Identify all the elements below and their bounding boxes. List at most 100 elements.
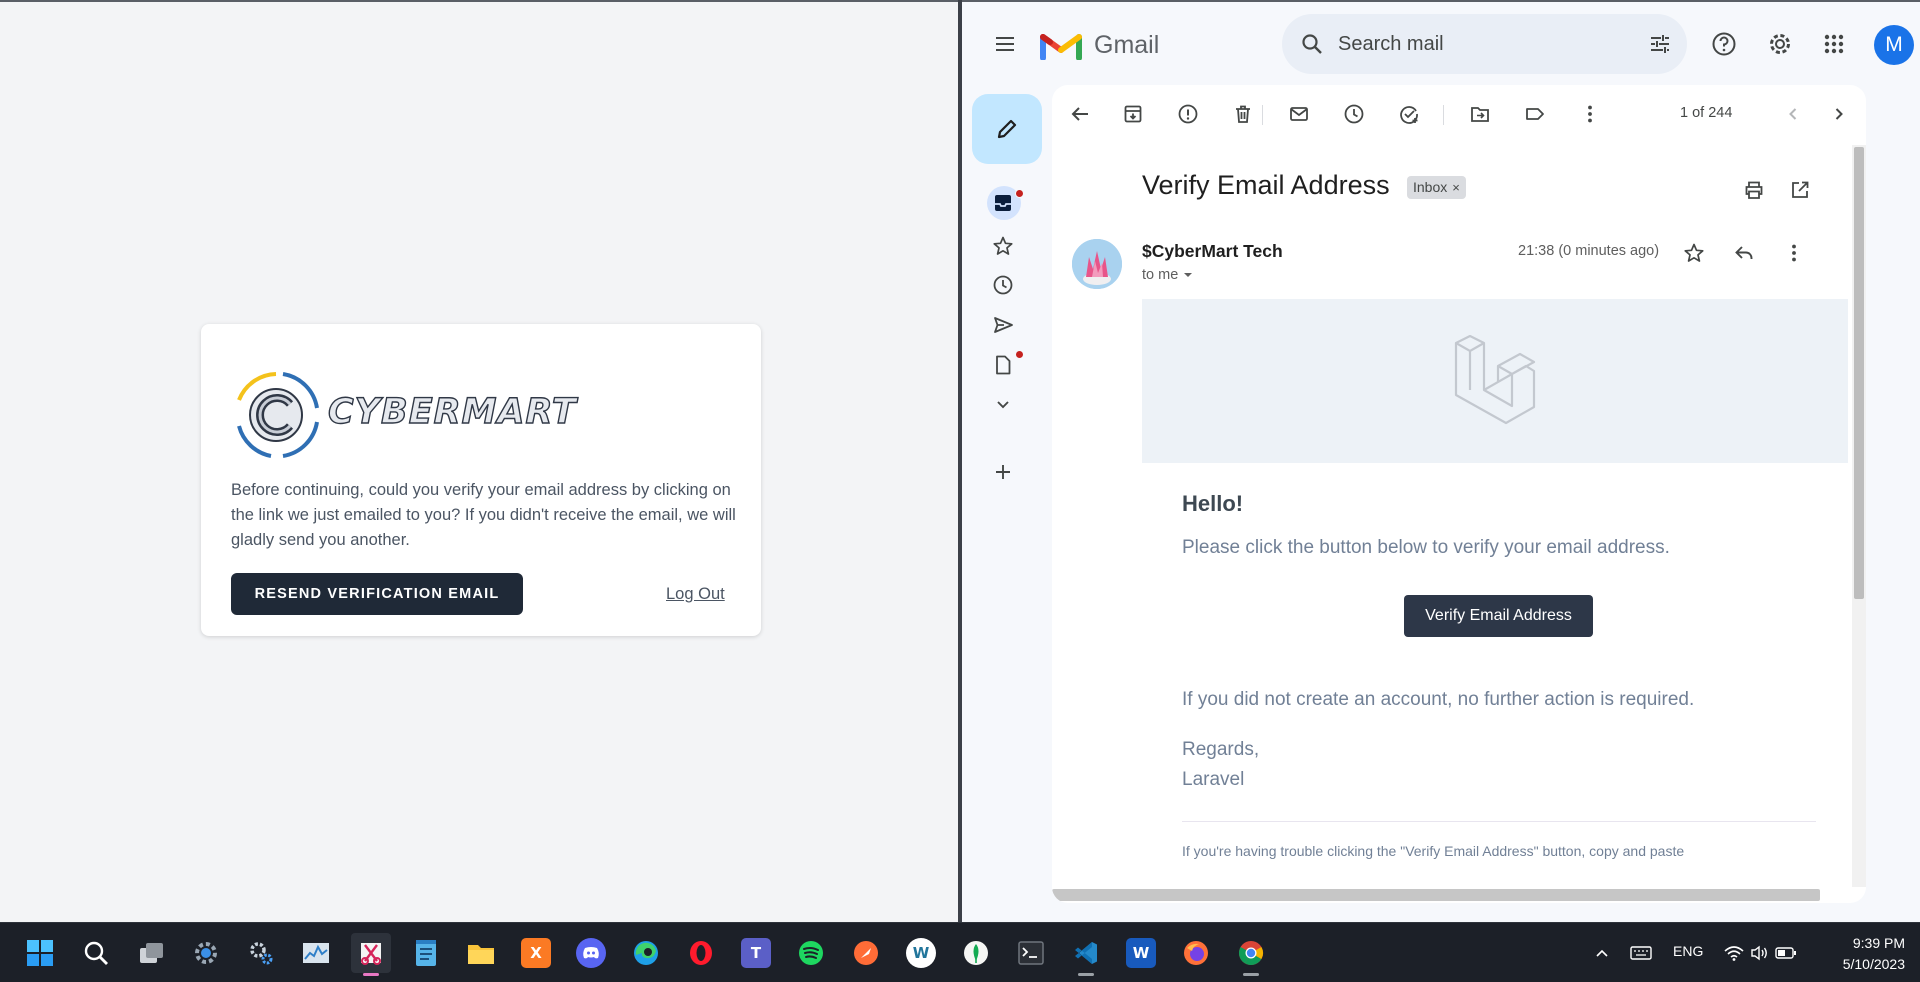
search-input[interactable] — [1338, 28, 1628, 60]
add-label-plus-icon[interactable] — [988, 457, 1018, 487]
email-signature: Laravel — [1182, 769, 1245, 790]
cybermart-logo: CYBERMART — [231, 370, 621, 460]
email-regards: Regards, — [1182, 739, 1260, 760]
opera-browser-icon[interactable] — [681, 933, 721, 973]
archive-icon[interactable] — [1116, 97, 1150, 131]
email-subject: Verify Email Address — [1142, 170, 1390, 200]
pagination-count: 1 of 244 — [1680, 105, 1733, 121]
file-explorer-folder-icon[interactable] — [461, 933, 501, 973]
word-icon[interactable]: W — [1121, 933, 1161, 973]
sent-icon[interactable] — [988, 310, 1018, 340]
inbox-label-text: Inbox — [1413, 179, 1448, 195]
active-app-indicator — [363, 973, 379, 976]
postman-icon[interactable] — [846, 933, 886, 973]
input-language[interactable]: ENG — [1673, 943, 1703, 959]
terminal-icon[interactable] — [1011, 933, 1051, 973]
system-tray: ENG 9:39 PM 5/10/2023 — [1580, 923, 1920, 982]
search-icon[interactable] — [76, 933, 116, 973]
edge-browser-icon[interactable] — [626, 933, 666, 973]
star-message-icon[interactable] — [1677, 236, 1711, 270]
sender-avatar[interactable] — [1072, 239, 1122, 289]
sender-avatar-image-icon — [1072, 239, 1122, 289]
notepad-icon[interactable] — [406, 933, 446, 973]
running-app-indicator — [1078, 973, 1094, 976]
older-chevron-right-icon[interactable] — [1822, 97, 1856, 131]
report-spam-icon[interactable] — [1171, 97, 1205, 131]
horizontal-scrollbar[interactable] — [1052, 889, 1820, 901]
open-in-new-window-icon[interactable] — [1783, 173, 1817, 207]
vertical-scrollbar-thumb[interactable] — [1854, 147, 1864, 599]
starred-icon[interactable] — [988, 231, 1018, 261]
email-greeting: Hello! — [1182, 491, 1244, 516]
compose-button[interactable] — [972, 94, 1042, 164]
more-vert-icon[interactable] — [1573, 97, 1607, 131]
label-tag-icon[interactable] — [1518, 97, 1552, 131]
email-instruction: Please click the button below to verify … — [1182, 537, 1670, 558]
main-menu-icon[interactable] — [985, 24, 1025, 64]
spotify-icon[interactable] — [791, 933, 831, 973]
mongodb-compass-icon[interactable] — [956, 933, 996, 973]
settings-gear-icon[interactable] — [1761, 25, 1799, 63]
search-options-icon[interactable] — [1644, 28, 1676, 60]
start-windows-icon[interactable] — [20, 933, 60, 973]
volume-speaker-icon[interactable] — [1748, 941, 1772, 965]
search-icon[interactable] — [1296, 28, 1328, 60]
add-to-tasks-icon[interactable] — [1392, 97, 1426, 131]
clock-date[interactable]: 5/10/2023 — [1828, 956, 1905, 972]
control-panel-gears-icon[interactable] — [241, 933, 281, 973]
running-app-indicator — [1243, 973, 1259, 976]
newer-chevron-left-icon[interactable] — [1776, 97, 1810, 131]
email-body: Hello! Please click the button below to … — [1142, 299, 1848, 903]
reply-arrow-icon[interactable] — [1727, 236, 1761, 270]
account-avatar[interactable]: M — [1874, 25, 1914, 65]
more-labels-chevron-icon[interactable] — [988, 390, 1018, 420]
keyboard-icon[interactable] — [1628, 941, 1654, 965]
battery-icon[interactable] — [1774, 941, 1798, 965]
resource-monitor-icon[interactable] — [296, 933, 336, 973]
show-hidden-icons-chevron-icon[interactable] — [1590, 941, 1614, 965]
message-panel: 1 of 244 Verify Email Address Inbox × $Cy… — [1052, 85, 1866, 903]
verify-email-button[interactable]: Verify Email Address — [1404, 595, 1593, 637]
inbox-unread-dot — [1015, 189, 1024, 198]
wifi-icon[interactable] — [1722, 941, 1746, 965]
wordpress-icon[interactable]: W — [901, 933, 941, 973]
cybermart-wordmark: CYBERMART — [327, 391, 577, 432]
snipping-tool-icon[interactable] — [351, 933, 391, 976]
message-more-vert-icon[interactable] — [1777, 236, 1811, 270]
inbox-label-chip[interactable]: Inbox × — [1407, 176, 1466, 199]
recipient-details-toggle[interactable]: to me — [1142, 267, 1194, 283]
task-view-icon[interactable] — [131, 933, 171, 973]
gmail-wordmark: Gmail — [1094, 31, 1160, 59]
gmail-logo[interactable]: Gmail — [1040, 28, 1190, 64]
help-icon[interactable] — [1705, 25, 1743, 63]
vscode-icon[interactable] — [1066, 933, 1106, 976]
delete-trash-icon[interactable] — [1226, 97, 1260, 131]
teams-icon[interactable]: T — [736, 933, 776, 973]
xampp-icon[interactable]: X — [516, 933, 556, 973]
taskbar: X T W W ENG 9:39 PM 5/10/2023 — [0, 922, 1920, 982]
mark-unread-mail-icon[interactable] — [1282, 97, 1316, 131]
cybermart-logo-icon — [237, 372, 319, 458]
chrome-icon[interactable] — [1231, 933, 1271, 976]
clock-time[interactable]: 9:39 PM — [1835, 935, 1905, 951]
apps-grid-icon[interactable] — [1815, 25, 1853, 63]
firefox-icon[interactable] — [1176, 933, 1216, 973]
sender-name: $CyberMart Tech — [1142, 241, 1283, 261]
discord-icon[interactable] — [571, 933, 611, 973]
drafts-icon[interactable] — [988, 350, 1018, 380]
snoozed-clock-icon[interactable] — [988, 270, 1018, 300]
inbox-icon[interactable] — [988, 188, 1018, 218]
snooze-clock-icon[interactable] — [1337, 97, 1371, 131]
back-arrow-icon[interactable] — [1063, 97, 1097, 131]
remove-label-close-icon[interactable]: × — [1452, 180, 1460, 195]
move-to-folder-icon[interactable] — [1463, 97, 1497, 131]
print-icon[interactable] — [1737, 173, 1771, 207]
toolbar-separator — [1262, 105, 1263, 125]
settings-gear-icon[interactable] — [186, 933, 226, 973]
resend-verification-button[interactable]: RESEND VERIFICATION EMAIL — [231, 573, 523, 615]
recipient-text: to me — [1142, 267, 1179, 283]
verification-message: Before continuing, could you verify your… — [231, 481, 736, 549]
gmail-m-icon — [1040, 34, 1082, 61]
logout-link[interactable]: Log Out — [666, 585, 725, 604]
email-header-banner — [1142, 299, 1848, 463]
